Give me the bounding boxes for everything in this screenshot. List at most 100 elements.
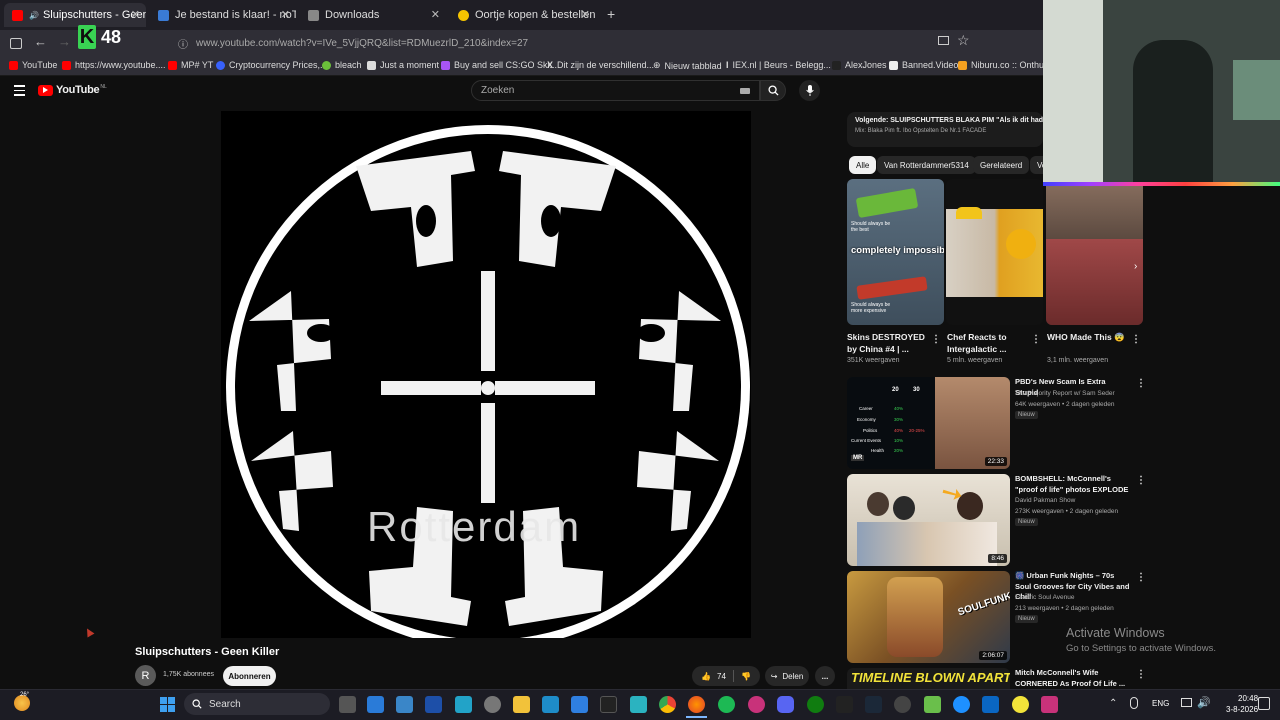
more-actions-button[interactable]: ... xyxy=(815,666,835,686)
microphone-icon[interactable] xyxy=(1130,697,1138,709)
outlook-icon[interactable] xyxy=(367,696,384,713)
bookmark-item[interactable]: Buy and sell CS:GO Ski... xyxy=(441,60,557,70)
short-title[interactable]: Chef Reacts to Intergalactic ... xyxy=(947,331,1031,355)
app-icon[interactable] xyxy=(1041,696,1058,713)
picture-in-picture-icon[interactable] xyxy=(938,36,949,45)
thumbs-down-icon[interactable]: 👎 xyxy=(741,672,751,681)
back-arrow-icon[interactable]: ← xyxy=(34,34,47,49)
music-icon[interactable] xyxy=(748,696,765,713)
teams-icon[interactable] xyxy=(455,696,472,713)
close-tab-icon[interactable]: ✕ xyxy=(281,8,290,21)
chip-all[interactable]: Alle xyxy=(849,156,877,174)
photos-icon[interactable] xyxy=(630,696,647,713)
chevron-up-icon[interactable]: ⌃ xyxy=(1109,698,1117,709)
video-player[interactable]: Rotterdam xyxy=(221,111,751,638)
bookmark-star-icon[interactable]: ☆ xyxy=(957,32,970,49)
epic-games-icon[interactable] xyxy=(836,696,853,713)
notification-icon[interactable] xyxy=(1258,697,1270,710)
hamburger-menu-icon[interactable] xyxy=(14,85,25,96)
video-thumbnail[interactable]: 20 30 Career 40% Economy 30% Politics 40… xyxy=(847,377,1010,469)
system-clock[interactable]: 20:48 3-8-2026 xyxy=(1226,693,1258,715)
short-thumbnail[interactable]: › xyxy=(1046,179,1143,325)
task-view-icon[interactable] xyxy=(339,696,356,713)
share-button[interactable]: ↪ Delen xyxy=(765,666,809,686)
browser-icon[interactable] xyxy=(953,696,970,713)
windows-start-icon[interactable] xyxy=(160,697,175,712)
bookmark-item[interactable]: Just a moment xyxy=(367,60,439,70)
channel-name[interactable]: The Majority Report w/ Sam Seder xyxy=(1015,390,1115,397)
address-bar[interactable]: ⓘ www.youtube.com/watch?v=IVe_5VjjQRQ&li… xyxy=(178,33,974,53)
bookmark-item[interactable]: YouTube xyxy=(9,60,57,70)
thumbs-up-icon[interactable]: 👍 xyxy=(701,672,711,681)
app-icon[interactable] xyxy=(1012,696,1029,713)
chip-related[interactable]: Gerelateerd xyxy=(973,156,1030,174)
chip-channel[interactable]: Van Rotterdammer5314 xyxy=(877,156,976,174)
search-button[interactable] xyxy=(760,80,786,101)
discord-icon[interactable] xyxy=(777,696,794,713)
video-title[interactable]: BOMBSHELL: McConnell's "proof of life" p… xyxy=(1015,474,1130,495)
bookmark-item[interactable]: ⊕ Nieuw tabblad xyxy=(653,60,722,71)
file-explorer-icon[interactable] xyxy=(513,696,530,713)
short-menu-icon[interactable]: ⋮ xyxy=(931,334,941,345)
taskbar-search[interactable]: Search xyxy=(184,693,330,715)
sidebar-toggle-icon[interactable] xyxy=(10,38,22,49)
app-icon[interactable] xyxy=(982,696,999,713)
bookmark-item[interactable]: https://www.youtube.... xyxy=(62,60,166,70)
close-tab-icon[interactable]: ✕ xyxy=(131,8,140,21)
settings-gear-icon[interactable] xyxy=(484,696,501,713)
youtube-logo[interactable]: YouTube NL xyxy=(38,84,107,96)
channel-avatar[interactable]: R xyxy=(135,665,156,686)
short-thumbnail[interactable]: Should always be the best completely imp… xyxy=(847,179,944,325)
search-input[interactable]: Zoeken xyxy=(471,80,760,101)
volume-icon[interactable]: 🔊 xyxy=(1197,696,1211,709)
short-title[interactable]: Skins DESTROYED by China #4 | ... xyxy=(847,331,931,355)
video-title[interactable]: Mitch McConnell's Wife CORNERED As Proof… xyxy=(1015,668,1130,689)
short-menu-icon[interactable]: ⋮ xyxy=(1131,334,1141,345)
video-thumbnail[interactable]: TIMELINE BLOWN APART xyxy=(847,668,1010,689)
tab-downloads[interactable]: Downloads ✕ xyxy=(300,3,446,27)
subscribe-button[interactable]: Abonneren xyxy=(223,666,276,686)
terminal-icon[interactable] xyxy=(600,696,617,713)
tab-sluipschutters[interactable]: 🔊 Sluipschutters - Geen Killer ✕ xyxy=(4,3,146,27)
chevron-right-icon[interactable]: › xyxy=(1134,261,1137,272)
short-thumbnail[interactable] xyxy=(946,179,1043,325)
network-icon[interactable] xyxy=(1181,698,1192,707)
firefox-icon[interactable] xyxy=(688,696,705,713)
spotify-icon[interactable] xyxy=(718,696,735,713)
channel-name[interactable]: David Pakman Show xyxy=(1015,497,1075,504)
app-icon[interactable] xyxy=(924,696,941,713)
language-indicator[interactable]: ENG xyxy=(1152,699,1169,708)
steam-icon[interactable] xyxy=(865,696,882,713)
video-thumbnail[interactable]: ➘ 8:46 xyxy=(847,474,1010,566)
video-menu-icon[interactable]: ⋮ xyxy=(1136,572,1146,583)
bookmark-item[interactable]: Banned.Video xyxy=(889,60,958,70)
app-icon[interactable] xyxy=(894,696,911,713)
channel-name[interactable]: Electric Soul Avenue xyxy=(1015,594,1075,601)
short-title[interactable]: WHO Made This 😨 xyxy=(1047,331,1137,343)
bookmark-item[interactable]: MP# YT xyxy=(168,60,213,70)
store-icon[interactable] xyxy=(571,696,588,713)
chrome-icon[interactable] xyxy=(659,696,676,713)
up-next-panel[interactable]: Volgende: SLUIPSCHUTTERS BLAKA PIM "Als … xyxy=(847,112,1043,147)
calculator-icon[interactable] xyxy=(396,696,413,713)
app-icon[interactable] xyxy=(425,696,442,713)
bookmark-item[interactable]: Cryptocurrency Prices,... xyxy=(216,60,328,70)
forward-arrow-icon[interactable]: → xyxy=(58,34,71,49)
xbox-icon[interactable] xyxy=(807,696,824,713)
new-tab-button[interactable]: + xyxy=(607,6,615,22)
bookmark-item[interactable]: AlexJones xyxy=(832,60,887,70)
keyboard-icon[interactable] xyxy=(740,88,750,94)
short-menu-icon[interactable]: ⋮ xyxy=(1031,334,1041,345)
video-menu-icon[interactable]: ⋮ xyxy=(1136,378,1146,389)
close-tab-icon[interactable]: ✕ xyxy=(431,8,440,21)
video-thumbnail[interactable]: SOULFUNK 2:06:07 xyxy=(847,571,1010,663)
tab-notube[interactable]: Je bestand is klaar! - noTube ✕ xyxy=(150,3,296,27)
bookmark-item[interactable]: bleach xyxy=(322,60,362,70)
site-info-icon[interactable]: ⓘ xyxy=(178,36,188,51)
video-menu-icon[interactable]: ⋮ xyxy=(1136,475,1146,486)
voice-search-button[interactable] xyxy=(799,80,820,101)
bookmark-item[interactable]: X Dit zijn de verschillend... xyxy=(547,60,654,70)
bookmark-item[interactable]: I IEX.nl | Beurs - Belegg... xyxy=(726,60,831,70)
tab-jumbo[interactable]: Oortje kopen & bestellen | Jum ✕ xyxy=(450,3,596,27)
video-menu-icon[interactable]: ⋮ xyxy=(1136,669,1146,680)
